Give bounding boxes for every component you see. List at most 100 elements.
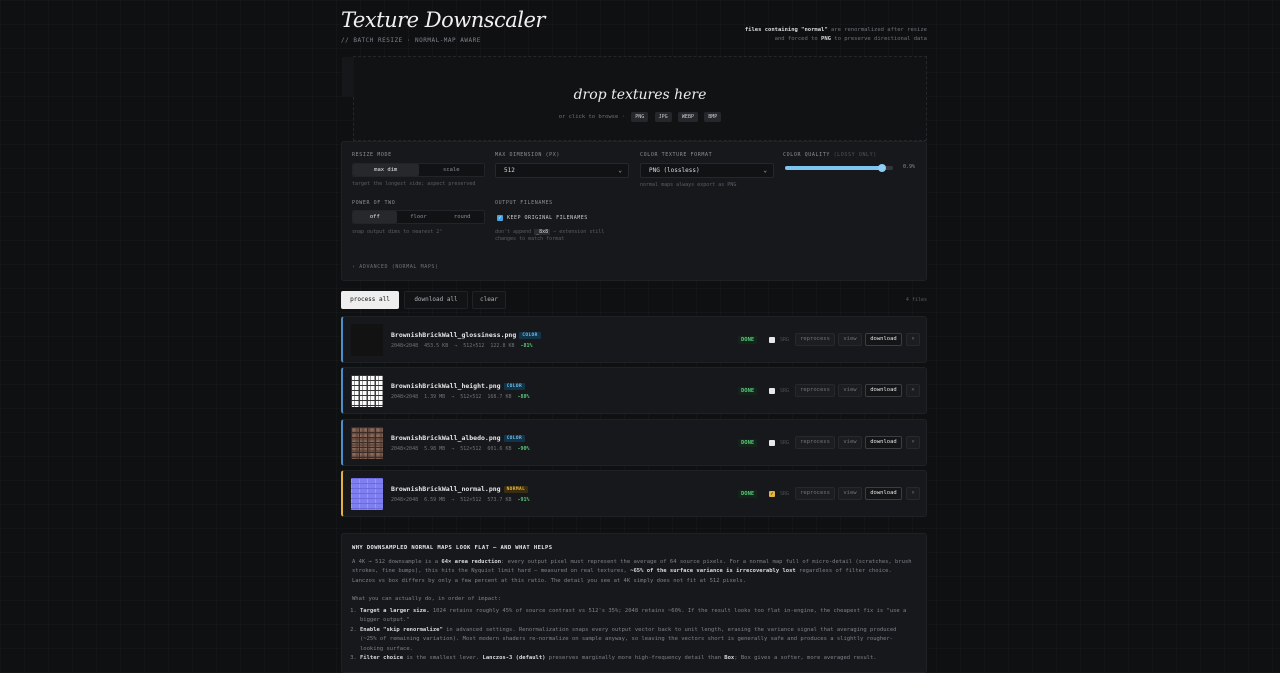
header: Texture Downscaler // BATCH RESIZE · NOR…: [341, 0, 927, 52]
status-badge: DONE: [738, 490, 758, 498]
texture-kind-badge: COLOR: [503, 383, 526, 390]
resize-mode-toggle: max dim scale: [352, 163, 485, 177]
reprocess-button[interactable]: reprocess: [795, 384, 835, 397]
remove-button[interactable]: ×: [906, 436, 920, 449]
info-paragraph: A 4K → 512 downsample is a 64× area redu…: [352, 558, 912, 584]
max-dimension-label: MAX DIMENSION (PX): [495, 152, 560, 158]
remove-button[interactable]: ×: [906, 384, 920, 397]
reprocess-button[interactable]: reprocess: [795, 487, 835, 500]
view-button[interactable]: view: [838, 384, 862, 397]
resize-mode-max-dim[interactable]: max dim: [353, 164, 419, 176]
srgb-checkbox[interactable]: ✓: [769, 491, 775, 497]
browse-link[interactable]: or click to browse ·: [559, 114, 625, 120]
color-format-select[interactable]: PNG (lossless) ⌄: [640, 163, 774, 178]
keep-filenames-label[interactable]: KEEP ORIGINAL FILENAMES: [507, 215, 588, 221]
color-format-label: COLOR TEXTURE FORMAT: [640, 152, 713, 158]
download-button[interactable]: download: [865, 333, 902, 346]
download-button[interactable]: download: [865, 384, 902, 397]
file-meta: 2048×2048 1.39 MB → 512×512 168.7 KB -88…: [391, 394, 530, 400]
remove-button[interactable]: ×: [906, 333, 920, 346]
info-list-item: Filter choice is the smallest lever. Lan…: [360, 654, 916, 664]
settings-panel: RESIZE MODE max dim scale target the lon…: [341, 141, 927, 281]
info-list-item: Target a larger size. 1024 retains rough…: [360, 607, 916, 626]
pot-off[interactable]: off: [353, 211, 397, 223]
resize-mode-scale[interactable]: scale: [419, 164, 485, 176]
file-name: BrownishBrickWall_albedo.png COLOR: [391, 434, 526, 442]
file-row: BrownishBrickWall_glossiness.png COLOR 204…: [341, 316, 927, 363]
color-quality-label: COLOR QUALITY (LOSSY ONLY): [783, 152, 877, 158]
reprocess-button[interactable]: reprocess: [795, 436, 835, 449]
output-filenames-label: OUTPUT FILENAMES: [495, 200, 553, 206]
chevron-down-icon: ⌄: [763, 167, 767, 174]
app: Texture Downscaler // BATCH RESIZE · NOR…: [341, 0, 927, 673]
chevron-down-icon: ⌄: [618, 167, 622, 174]
view-button[interactable]: view: [838, 333, 862, 346]
download-button[interactable]: download: [865, 487, 902, 500]
view-button[interactable]: view: [838, 487, 862, 500]
status-badge: DONE: [738, 336, 758, 344]
status-badge: DONE: [738, 439, 758, 447]
color-quality-value: 0.9%: [903, 164, 916, 170]
pot-floor[interactable]: floor: [397, 211, 441, 223]
dropzone[interactable]: drop textures here or click to browse · …: [342, 56, 927, 141]
clear-button[interactable]: clear: [472, 291, 506, 309]
power-of-two-hint: snap output dims to nearest 2ⁿ: [352, 229, 443, 235]
color-format-hint: normal maps always export as PNG: [640, 182, 737, 188]
file-meta: 2048×2048 453.5 KB → 512×512 122.8 KB -8…: [391, 343, 533, 349]
file-meta: 2048×2048 5.98 MB → 512×512 601.6 KB -90…: [391, 446, 530, 452]
info-list-item: Enable "skip renormalize" in advanced se…: [360, 626, 916, 655]
srgb-checkbox[interactable]: [769, 388, 775, 394]
download-all-button[interactable]: download all: [404, 291, 468, 309]
format-chip-png: PNG: [631, 112, 649, 122]
srgb-checkbox[interactable]: [769, 337, 775, 343]
app-subtitle: // BATCH RESIZE · NORMAL-MAP AWARE: [341, 37, 481, 44]
file-name: BrownishBrickWall_height.png COLOR: [391, 382, 526, 390]
file-name: BrownishBrickWall_glossiness.png COLOR: [391, 331, 541, 339]
view-button[interactable]: view: [838, 436, 862, 449]
texture-kind-badge: COLOR: [503, 435, 526, 442]
resize-mode-label: RESIZE MODE: [352, 152, 392, 158]
power-of-two-label: POWER OF TWO: [352, 200, 396, 206]
srgb-label: SRG: [780, 440, 790, 446]
slider-fill: [785, 166, 883, 170]
format-chip-bmp: BMP: [704, 112, 722, 122]
file-row: BrownishBrickWall_normal.png NORMAL 2048×2…: [341, 470, 927, 517]
output-filenames-hint: don't append _8x8 — extension still chan…: [495, 229, 605, 242]
texture-thumbnail[interactable]: [351, 375, 383, 407]
srgb-label: SRG: [780, 337, 790, 343]
max-dimension-select[interactable]: 512 ⌄: [495, 163, 629, 178]
remove-button[interactable]: ×: [906, 487, 920, 500]
srgb-label: SRG: [780, 491, 790, 497]
app-title: Texture Downscaler: [341, 8, 545, 32]
color-quality-slider[interactable]: [785, 164, 893, 172]
file-row: BrownishBrickWall_albedo.png COLOR 2048×20…: [341, 419, 927, 466]
info-actions-intro: What you can actually do, in order of im…: [352, 596, 502, 602]
texture-thumbnail[interactable]: [351, 324, 383, 356]
slider-handle[interactable]: [878, 164, 887, 172]
srgb-checkbox[interactable]: [769, 440, 775, 446]
color-format-value: PNG (lossless): [649, 167, 700, 174]
texture-kind-badge: NORMAL: [503, 486, 529, 493]
reprocess-button[interactable]: reprocess: [795, 333, 835, 346]
info-heading: WHY DOWNSAMPLED NORMAL MAPS LOOK FLAT — …: [352, 545, 553, 551]
status-badge: DONE: [738, 387, 758, 395]
texture-thumbnail[interactable]: [351, 427, 383, 459]
process-all-button[interactable]: process all: [341, 291, 399, 309]
advanced-toggle[interactable]: › ADVANCED (NORMAL MAPS): [352, 264, 439, 270]
dropzone-title: drop textures here: [573, 87, 707, 103]
file-name: BrownishBrickWall_normal.png NORMAL: [391, 485, 529, 493]
file-count: 4 files: [905, 297, 927, 303]
file-meta: 2048×2048 6.59 MB → 512×512 573.7 KB -91…: [391, 497, 530, 503]
info-panel: WHY DOWNSAMPLED NORMAL MAPS LOOK FLAT — …: [341, 533, 927, 673]
download-button[interactable]: download: [865, 436, 902, 449]
texture-thumbnail[interactable]: [351, 478, 383, 510]
dropzone-edge: [342, 57, 354, 97]
srgb-label: SRG: [780, 388, 790, 394]
max-dimension-value: 512: [504, 167, 515, 174]
format-chip-jpg: JPG: [654, 112, 672, 122]
pot-round[interactable]: round: [440, 211, 484, 223]
keep-filenames-checkbox[interactable]: ✓: [497, 215, 503, 221]
format-chip-webp: WEBP: [677, 112, 698, 122]
file-row: BrownishBrickWall_height.png COLOR 2048×20…: [341, 367, 927, 414]
texture-kind-badge: COLOR: [519, 332, 541, 339]
